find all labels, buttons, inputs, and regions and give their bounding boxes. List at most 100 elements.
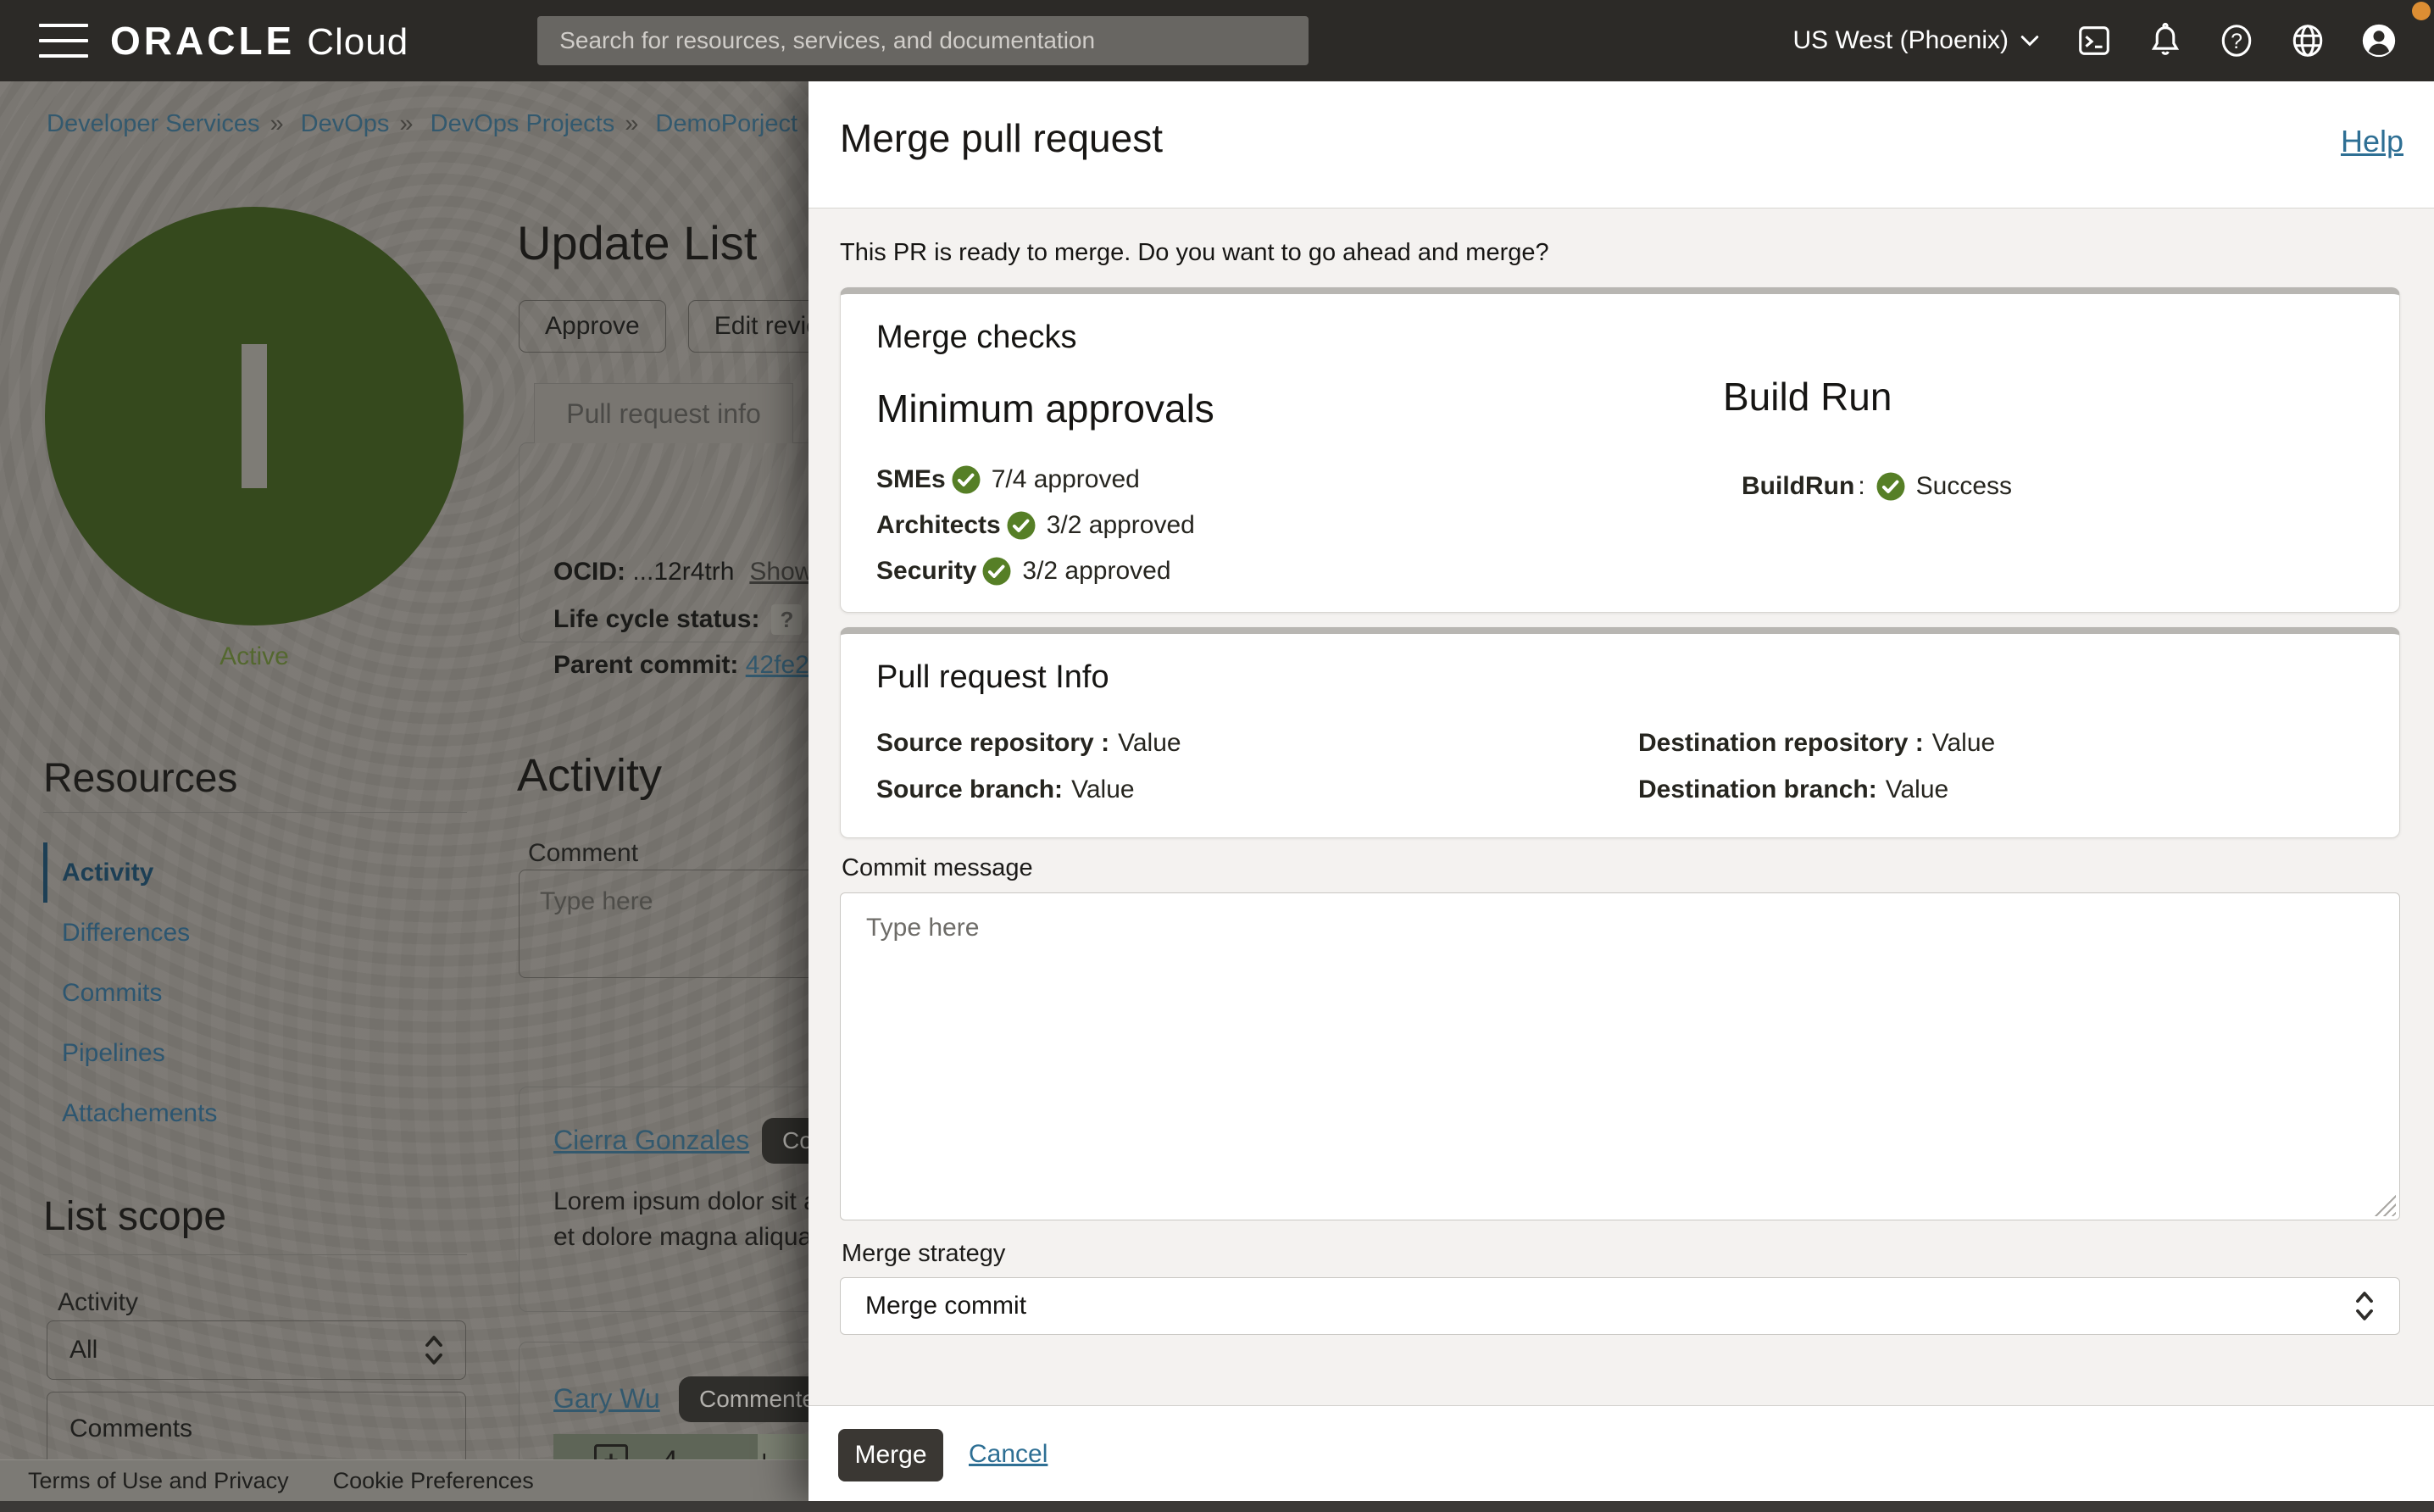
logo-cloud: Cloud: [307, 21, 408, 64]
merge-pull-request-drawer: Merge pull request Help This PR is ready…: [809, 81, 2434, 1501]
option-comments[interactable]: Comments: [47, 1392, 465, 1443]
divider: [43, 1254, 467, 1255]
cloud-shell-icon[interactable]: [2075, 21, 2114, 60]
build-run-status: Success: [1916, 472, 2012, 501]
region-label: US West (Phoenix): [1792, 26, 2009, 55]
breadcrumb-devops-projects[interactable]: DevOps Projects: [431, 110, 615, 137]
approval-row-security: Security 3/2 approved: [876, 548, 1195, 594]
merge-strategy-label: Merge strategy: [842, 1240, 1005, 1268]
activity-filter-select[interactable]: All: [47, 1320, 466, 1380]
success-check-icon: [1876, 471, 1906, 502]
resources-nav: Activity Differences Commits Pipelines A…: [43, 842, 467, 1143]
source-branch-field: Source branch:Value: [876, 775, 1135, 804]
pr-avatar-initial: I: [242, 344, 267, 488]
cancel-link[interactable]: Cancel: [969, 1440, 1048, 1469]
cookie-preferences-link[interactable]: Cookie Preferences: [333, 1468, 534, 1494]
terms-link[interactable]: Terms of Use and Privacy: [28, 1468, 289, 1494]
approve-button[interactable]: Approve: [519, 300, 666, 353]
minimum-approvals-heading: Minimum approvals: [876, 386, 1214, 431]
help-link[interactable]: Help: [2341, 124, 2403, 159]
comment-author-link[interactable]: Cierra Gonzales: [553, 1125, 749, 1156]
divider: [43, 812, 467, 813]
region-selector[interactable]: US West (Phoenix): [1792, 26, 2042, 55]
select-chevrons-icon: [2352, 1284, 2377, 1328]
page-title: Update List: [517, 215, 757, 270]
lifecycle-row: Life cycle status: ? M: [553, 604, 835, 635]
breadcrumb-separator: »: [625, 110, 638, 137]
status-badge: Active: [45, 642, 464, 671]
oracle-cloud-console: ORACLE Cloud US West (Phoenix) ?: [0, 0, 2434, 1512]
activity-filter-label: Activity: [58, 1288, 138, 1317]
activity-filter-value: All: [47, 1336, 97, 1365]
topbar-right: US West (Phoenix) ?: [1792, 21, 2398, 60]
breadcrumb-devops[interactable]: DevOps: [301, 110, 390, 137]
resources-heading: Resources: [43, 755, 237, 802]
search-input[interactable]: [537, 16, 1309, 65]
drawer-footer: Merge Cancel: [809, 1405, 2434, 1501]
global-search[interactable]: [537, 16, 1309, 65]
activity-heading: Activity: [517, 749, 662, 802]
help-icon[interactable]: ?: [2217, 21, 2256, 60]
breadcrumb: Developer Services » DevOps » DevOps Proje…: [47, 110, 897, 138]
chevron-down-icon: [2017, 28, 2042, 53]
tab-pull-request-info[interactable]: Pull request info: [534, 383, 793, 443]
commit-message-wrap: [840, 892, 2400, 1220]
parent-commit-label: Parent commit:: [553, 651, 738, 680]
lifecycle-help-icon[interactable]: ?: [771, 604, 802, 635]
breadcrumb-separator: »: [270, 110, 283, 137]
sidebar-item-activity[interactable]: Activity: [43, 842, 467, 903]
comment-text-line: et dolore magna aliqua.: [553, 1223, 820, 1252]
comment-label: Comment: [528, 839, 638, 868]
lifecycle-label: Life cycle status:: [553, 605, 759, 634]
merge-strategy-select[interactable]: Merge commit: [840, 1277, 2400, 1335]
topbar: ORACLE Cloud US West (Phoenix) ?: [0, 0, 2434, 81]
notifications-bell-icon[interactable]: [2146, 21, 2185, 60]
sidebar-item-pipelines[interactable]: Pipelines: [43, 1023, 467, 1083]
success-check-icon: [1006, 510, 1036, 541]
build-run-heading: Build Run: [1723, 374, 1892, 420]
oracle-cloud-logo: ORACLE Cloud: [110, 18, 408, 64]
build-run-label: BuildRun: [1742, 472, 1854, 501]
build-run-row: BuildRun : Success: [1742, 464, 2012, 509]
drawer-header: Merge pull request Help: [809, 81, 2434, 208]
logo-oracle: ORACLE: [110, 18, 295, 64]
ocid-value: ...12r4trh: [632, 558, 734, 586]
ocid-label: OCID:: [553, 558, 625, 586]
svg-text:?: ?: [2231, 30, 2242, 53]
globe-language-icon[interactable]: [2288, 21, 2327, 60]
user-avatar-icon[interactable]: [2359, 21, 2398, 60]
recording-indicator-dot: [2412, 2, 2431, 20]
approval-rows: SMEs 7/4 approved Architects 3/2 approve…: [876, 457, 1195, 594]
sidebar-item-commits[interactable]: Commits: [43, 963, 467, 1023]
source-repository-field: Source repository :Value: [876, 729, 1181, 758]
sidebar-item-attachements[interactable]: Attachements: [43, 1083, 467, 1143]
parent-commit-row: Parent commit: 42fe2h: [553, 651, 824, 680]
drawer-intro-text: This PR is ready to merge. Do you want t…: [840, 239, 1549, 267]
breadcrumb-separator: »: [399, 110, 413, 137]
merge-checks-title: Merge checks: [876, 320, 1077, 356]
commit-message-label: Commit message: [842, 854, 1033, 882]
sidebar-item-differences[interactable]: Differences: [43, 903, 467, 963]
pull-request-info-title: Pull request Info: [876, 659, 1109, 696]
merge-strategy-value: Merge commit: [841, 1292, 1026, 1320]
comment-author-link[interactable]: Gary Wu: [553, 1383, 660, 1415]
merge-button[interactable]: Merge: [838, 1429, 943, 1481]
breadcrumb-demoporject[interactable]: DemoPorject: [655, 110, 797, 137]
window-bottom-edge: [0, 1501, 2434, 1512]
ocid-row: OCID: ...12r4trh Show: [553, 558, 813, 586]
ocid-show-link[interactable]: Show: [749, 558, 813, 586]
success-check-icon: [951, 464, 981, 495]
list-scope-heading: List scope: [43, 1193, 226, 1240]
commit-message-textarea[interactable]: [840, 892, 2400, 1220]
pull-request-info-card: Pull request Info Source repository :Val…: [840, 627, 2400, 838]
hamburger-menu-icon[interactable]: [39, 24, 88, 58]
destination-repository-field: Destination repository :Value: [1638, 729, 1995, 758]
breadcrumb-developer-services[interactable]: Developer Services: [47, 110, 259, 137]
destination-branch-field: Destination branch:Value: [1638, 775, 1948, 804]
approval-row-architects: Architects 3/2 approved: [876, 503, 1195, 548]
success-check-icon: [981, 556, 1012, 586]
approval-row-smes: SMEs 7/4 approved: [876, 457, 1195, 503]
merge-checks-card: Merge checks Minimum approvals SMEs 7/4 …: [840, 287, 2400, 613]
select-chevrons-icon: [421, 1328, 447, 1372]
drawer-title: Merge pull request: [840, 115, 1163, 161]
